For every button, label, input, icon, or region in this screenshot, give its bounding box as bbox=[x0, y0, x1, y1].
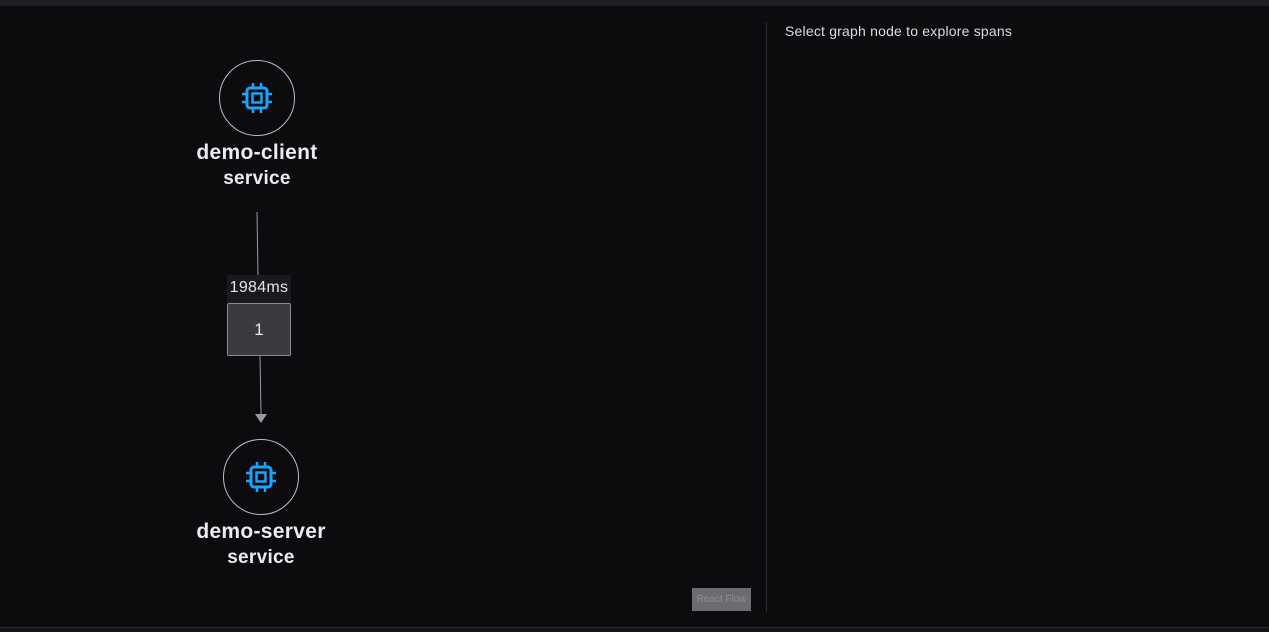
edge-arrowhead-icon bbox=[255, 414, 267, 423]
node-type: service bbox=[223, 168, 291, 189]
node-circle[interactable] bbox=[219, 60, 295, 136]
node-circle[interactable] bbox=[223, 439, 299, 515]
span-details-panel: Select graph node to explore spans bbox=[767, 6, 1269, 627]
edge-duration-label: 1984ms bbox=[229, 279, 289, 296]
edge-span-count-box[interactable]: 1 bbox=[227, 303, 291, 356]
node-demo-client[interactable]: demo-client service bbox=[177, 60, 337, 193]
cpu-chip-icon bbox=[246, 462, 276, 492]
node-name: demo-client bbox=[196, 141, 318, 164]
node-demo-server[interactable]: demo-server service bbox=[181, 439, 341, 572]
cpu-chip-icon bbox=[242, 83, 272, 113]
graph-edge bbox=[255, 211, 267, 423]
react-flow-attribution-link[interactable]: React Flow bbox=[692, 588, 751, 611]
node-name: demo-server bbox=[196, 520, 326, 543]
panel-hint-text: Select graph node to explore spans bbox=[785, 23, 1013, 39]
edge-span-count: 1 bbox=[254, 319, 264, 339]
bottom-bar bbox=[0, 627, 1269, 632]
node-type: service bbox=[227, 547, 295, 568]
